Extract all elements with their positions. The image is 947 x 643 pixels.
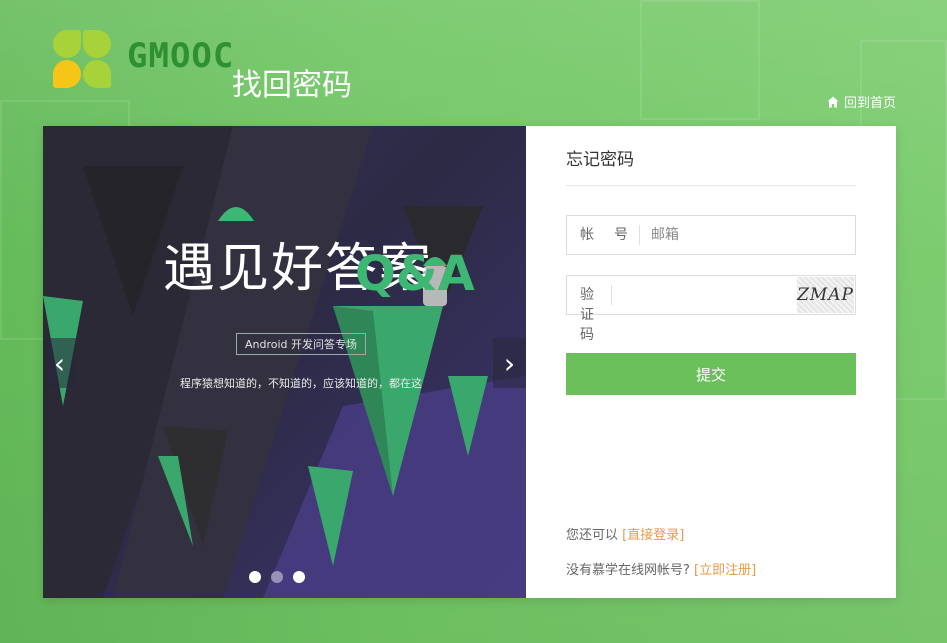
home-icon xyxy=(827,96,839,107)
banner-qa-text: Q&A xyxy=(355,246,475,302)
captcha-label: 验证码 xyxy=(567,285,613,343)
logo-leaf xyxy=(53,60,81,88)
chevron-left-icon: ‹ xyxy=(53,346,66,380)
captcha-image[interactable]: ZMAP xyxy=(797,277,854,313)
captcha-input[interactable] xyxy=(612,276,798,314)
carousel-dots xyxy=(249,571,305,583)
carousel-dot[interactable] xyxy=(249,571,261,583)
register-link[interactable]: [立即注册] xyxy=(694,563,756,578)
banner-carousel[interactable]: 遇见好答案 Q&A Android 开发问答专场 程序猿想知道的，不知道的，应该… xyxy=(43,126,526,598)
home-link-label: 回到首页 xyxy=(843,96,896,111)
submit-button[interactable]: 提交 xyxy=(566,353,856,395)
background-decoration xyxy=(640,0,760,120)
chevron-right-icon: › xyxy=(503,346,516,380)
carousel-dot[interactable] xyxy=(293,571,305,583)
email-input[interactable] xyxy=(640,216,855,254)
page-title: 找回密码 xyxy=(232,68,352,103)
login-hint-text: 您还可以 xyxy=(566,528,619,543)
logo-leaf xyxy=(83,60,111,88)
carousel-next-button[interactable]: › xyxy=(493,338,526,388)
banner-description: 程序猿想知道的，不知道的，应该知道的，都在这 xyxy=(180,377,422,390)
banner-subtitle: Android 开发问答专场 xyxy=(236,333,367,355)
main-panel: 遇见好答案 Q&A Android 开发问答专场 程序猿想知道的，不知道的，应该… xyxy=(43,126,896,598)
register-hint-text: 没有慕学在线网帐号? xyxy=(566,563,690,578)
home-link[interactable]: 回到首页 xyxy=(827,92,896,111)
logo-leaf xyxy=(53,30,81,58)
account-label: 帐 号 xyxy=(567,225,640,245)
brand-name[interactable]: GMOOC xyxy=(127,36,234,76)
forgot-password-form: 忘记密码 帐 号 验证码 ZMAP 提交 您还可以 [直接登录] 没有慕学在线网… xyxy=(526,126,896,598)
logo-leaf xyxy=(83,30,111,58)
captcha-field: 验证码 ZMAP xyxy=(566,275,856,343)
direct-login-link[interactable]: [直接登录] xyxy=(622,528,684,543)
register-hint: 没有慕学在线网帐号? [立即注册] xyxy=(566,559,756,578)
carousel-prev-button[interactable]: ‹ xyxy=(43,338,76,388)
account-field: 帐 号 xyxy=(566,215,856,255)
carousel-dot[interactable] xyxy=(271,571,283,583)
login-hint: 您还可以 [直接登录] xyxy=(566,524,684,543)
banner-artwork xyxy=(43,126,526,598)
form-title: 忘记密码 xyxy=(566,145,856,186)
four-leaf-logo-icon[interactable] xyxy=(53,30,113,88)
